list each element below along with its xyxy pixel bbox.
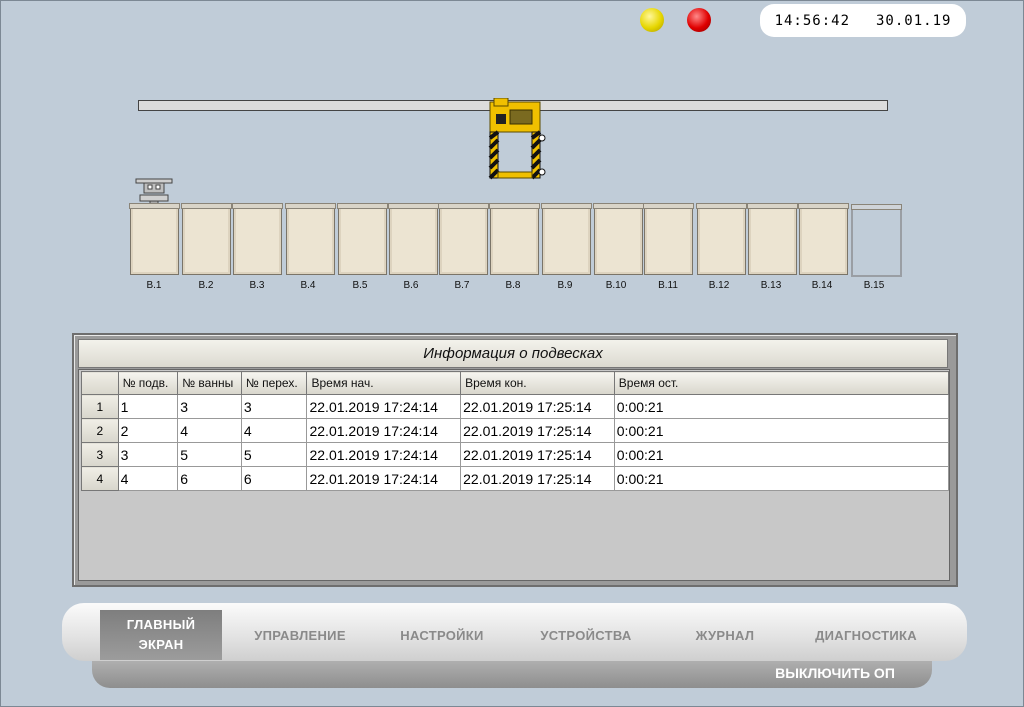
cell-hanger: 3 bbox=[117, 442, 179, 467]
bath-14[interactable] bbox=[798, 203, 849, 275]
cell-end-time: 22.01.2019 17:25:14 bbox=[460, 466, 615, 491]
bath-1[interactable] bbox=[129, 203, 180, 275]
menu-settings[interactable]: НАСТРОЙКИ bbox=[382, 610, 502, 660]
bath-label: B.12 bbox=[708, 280, 730, 291]
menu-journal[interactable]: ЖУРНАЛ bbox=[670, 610, 780, 660]
menu-devices[interactable]: УСТРОЙСТВА bbox=[524, 610, 648, 660]
bath-label: B.9 bbox=[557, 280, 573, 291]
cell-remaining-time: 0:00:21 bbox=[613, 394, 950, 419]
cell-hanger: 2 bbox=[117, 418, 179, 443]
clock-time: 14:56:42 bbox=[774, 12, 850, 29]
cell-end-time: 22.01.2019 17:25:14 bbox=[460, 394, 615, 419]
menu-label: УСТРОЙСТВА bbox=[540, 627, 632, 643]
bath-label: B.15 bbox=[863, 280, 885, 291]
bath-label: B.1 bbox=[146, 280, 162, 291]
cell-transfer: 6 bbox=[240, 466, 308, 491]
crane-icon[interactable] bbox=[488, 98, 548, 182]
menu-main-screen[interactable]: ГЛАВНЫЙ ЭКРАН bbox=[100, 610, 222, 660]
bath-label: B.14 bbox=[811, 280, 833, 291]
row-number: 1 bbox=[81, 394, 119, 419]
bath-label: B.5 bbox=[352, 280, 368, 291]
bath-15[interactable] bbox=[851, 204, 902, 277]
cell-hanger: 1 bbox=[117, 394, 179, 419]
menu-label-line2: ЭКРАН bbox=[138, 637, 184, 652]
cell-transfer: 3 bbox=[240, 394, 308, 419]
hanger-grid: № подв. № ванны № перех. Время нач. Врем… bbox=[78, 369, 950, 581]
cell-remaining-time: 0:00:21 bbox=[613, 466, 950, 491]
bath-label: B.3 bbox=[249, 280, 265, 291]
row-number: 4 bbox=[81, 466, 119, 491]
bath-label: B.6 bbox=[403, 280, 419, 291]
bath-label: B.4 bbox=[300, 280, 316, 291]
power-off-button[interactable]: ВЫКЛЮЧИТЬ ОП bbox=[770, 665, 900, 685]
clock-display: 14:56:42 30.01.19 bbox=[760, 4, 966, 37]
menu-diagnostics[interactable]: ДИАГНОСТИКА bbox=[800, 610, 932, 660]
column-header-corner bbox=[81, 371, 119, 395]
bath-label: B.7 bbox=[454, 280, 470, 291]
bath-3[interactable] bbox=[232, 203, 283, 275]
column-header-transfer[interactable]: № перех. bbox=[240, 371, 308, 395]
cell-start-time: 22.01.2019 17:24:14 bbox=[306, 442, 462, 467]
column-header-hanger[interactable]: № подв. bbox=[117, 371, 179, 395]
bath-11[interactable] bbox=[643, 203, 694, 275]
yellow-status-lamp-icon bbox=[640, 8, 664, 32]
bath-4[interactable] bbox=[285, 203, 336, 275]
cell-end-time: 22.01.2019 17:25:14 bbox=[460, 442, 615, 467]
column-header-end-time[interactable]: Время кон. bbox=[460, 371, 615, 395]
column-header-bath[interactable]: № ванны bbox=[177, 371, 242, 395]
table-row[interactable]: 2 2 4 4 22.01.2019 17:24:14 22.01.2019 1… bbox=[81, 418, 950, 443]
bath-label: B.11 bbox=[658, 280, 678, 291]
menu-label: ДИАГНОСТИКА bbox=[815, 627, 917, 643]
bath-6[interactable] bbox=[388, 203, 439, 275]
bath-13[interactable] bbox=[747, 203, 798, 275]
cell-bath: 3 bbox=[177, 394, 242, 419]
cell-transfer: 4 bbox=[240, 418, 308, 443]
bath-10[interactable] bbox=[593, 203, 644, 275]
cell-start-time: 22.01.2019 17:24:14 bbox=[306, 394, 462, 419]
bath-label: B.13 bbox=[760, 280, 782, 291]
row-number: 3 bbox=[81, 442, 119, 467]
menu-label: УПРАВЛЕНИЕ bbox=[254, 627, 346, 643]
menu-label: НАСТРОЙКИ bbox=[400, 627, 484, 643]
menu-control[interactable]: УПРАВЛЕНИЕ bbox=[240, 610, 360, 660]
clock-date: 30.01.19 bbox=[876, 12, 952, 29]
bath-2[interactable] bbox=[181, 203, 232, 275]
menu-label: ЖУРНАЛ bbox=[695, 627, 755, 643]
row-number: 2 bbox=[81, 418, 119, 443]
column-header-remaining-time[interactable]: Время ост. bbox=[613, 371, 950, 395]
bath-12[interactable] bbox=[696, 203, 747, 275]
bath-label: B.10 bbox=[605, 280, 627, 291]
bath-9[interactable] bbox=[541, 203, 592, 275]
column-header-start-time[interactable]: Время нач. bbox=[306, 371, 462, 395]
bath-label: B.2 bbox=[198, 280, 214, 291]
cell-remaining-time: 0:00:21 bbox=[613, 442, 950, 467]
cell-bath: 4 bbox=[177, 418, 242, 443]
cell-start-time: 22.01.2019 17:24:14 bbox=[306, 466, 462, 491]
cell-bath: 5 bbox=[177, 442, 242, 467]
table-row[interactable]: 3 3 5 5 22.01.2019 17:24:14 22.01.2019 1… bbox=[81, 442, 950, 467]
panel-title: Информация о подвесках bbox=[78, 339, 948, 368]
bath-8[interactable] bbox=[489, 203, 540, 275]
hanger-info-panel: Информация о подвесках № подв. № ванны №… bbox=[72, 333, 958, 587]
menu-label-line1: ГЛАВНЫЙ bbox=[126, 617, 196, 632]
cell-hanger: 4 bbox=[117, 466, 179, 491]
table-row[interactable]: 4 4 6 6 22.01.2019 17:24:14 22.01.2019 1… bbox=[81, 466, 950, 491]
cell-bath: 6 bbox=[177, 466, 242, 491]
cell-start-time: 22.01.2019 17:24:14 bbox=[306, 418, 462, 443]
cell-transfer: 5 bbox=[240, 442, 308, 467]
cell-remaining-time: 0:00:21 bbox=[613, 418, 950, 443]
hanger-table: № подв. № ванны № перех. Время нач. Врем… bbox=[81, 371, 950, 491]
bath-label: B.8 bbox=[505, 280, 521, 291]
table-row[interactable]: 1 1 3 3 22.01.2019 17:24:14 22.01.2019 1… bbox=[81, 394, 950, 419]
red-status-lamp-icon bbox=[687, 8, 711, 32]
bath-7[interactable] bbox=[438, 203, 489, 275]
bath-5[interactable] bbox=[337, 203, 388, 275]
cell-end-time: 22.01.2019 17:25:14 bbox=[460, 418, 615, 443]
